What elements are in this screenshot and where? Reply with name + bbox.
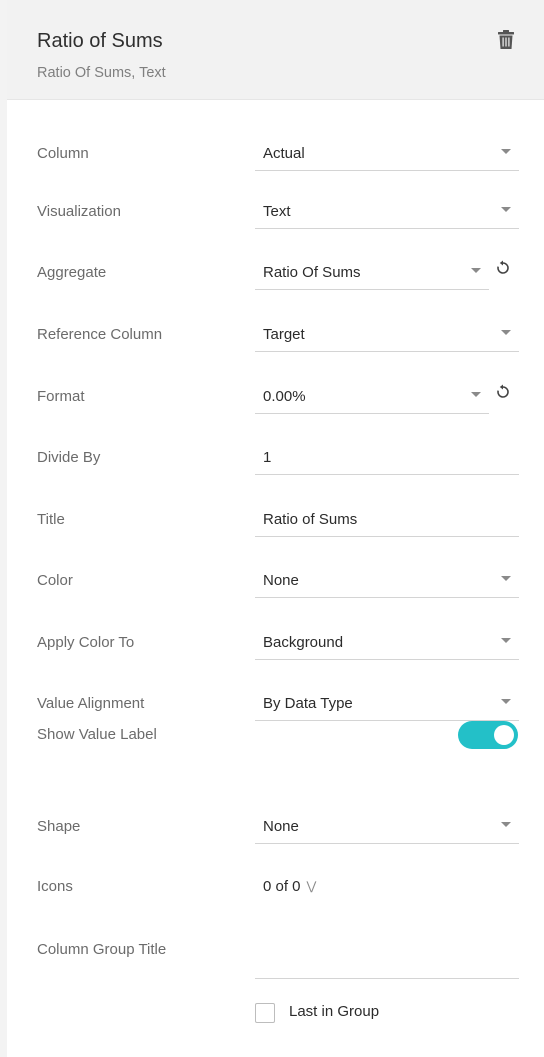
chevron-down-icon — [501, 207, 511, 212]
row-column: Column Actual — [7, 137, 544, 177]
last-in-group-checkbox[interactable] — [255, 1003, 275, 1023]
chevron-down-icon — [501, 638, 511, 643]
reference-column-select[interactable]: Target — [255, 318, 519, 352]
row-reference-column: Reference Column Target — [7, 318, 544, 358]
format-label: Format — [37, 388, 85, 405]
column-label: Column — [37, 145, 89, 162]
column-group-title-label: Column Group Title — [37, 941, 167, 958]
row-title: Title Ratio of Sums — [7, 503, 544, 543]
chevron-down-icon — [501, 576, 511, 581]
show-value-label-label: Show Value Label — [37, 726, 157, 743]
icons-selector[interactable]: 0 of 0 ⋁ — [263, 878, 316, 895]
visualization-select-value: Text — [263, 203, 291, 220]
value-alignment-select[interactable]: By Data Type — [255, 687, 519, 721]
reference-column-label: Reference Column — [37, 326, 163, 343]
chevron-down-icon — [471, 268, 481, 273]
apply-color-to-select[interactable]: Background — [255, 626, 519, 660]
row-column-group-title: Column Group Title — [7, 933, 544, 979]
chevrons-down-icon[interactable]: ⋁ — [307, 879, 317, 893]
title-input[interactable]: Ratio of Sums — [255, 503, 519, 537]
divide-by-input[interactable]: 1 — [255, 441, 519, 475]
column-select-value: Actual — [263, 145, 305, 162]
value-alignment-select-value: By Data Type — [263, 695, 353, 712]
icons-count: 0 of 0 — [263, 878, 301, 895]
chevron-down-icon — [501, 330, 511, 335]
reference-column-select-value: Target — [263, 326, 305, 343]
row-visualization: Visualization Text — [7, 195, 544, 235]
chevron-down-icon — [501, 699, 511, 704]
row-format: Format 0.00% — [7, 380, 544, 420]
panel-left-border — [0, 0, 7, 1057]
row-aggregate: Aggregate Ratio Of Sums — [7, 256, 544, 296]
color-label: Color — [37, 572, 73, 589]
column-settings-panel: Ratio of Sums Ratio Of Sums, Text Column… — [0, 0, 544, 1057]
row-divide-by: Divide By 1 — [7, 441, 544, 481]
shape-label: Shape — [37, 818, 81, 835]
aggregate-select[interactable]: Ratio Of Sums — [255, 256, 489, 290]
divide-by-label: Divide By — [37, 449, 101, 466]
row-icons: Icons 0 of 0 ⋁ — [7, 870, 544, 910]
value-alignment-label: Value Alignment — [37, 695, 145, 712]
last-in-group-label: Last in Group — [289, 1003, 380, 1020]
row-color: Color None — [7, 564, 544, 604]
reset-icon[interactable] — [495, 384, 511, 400]
show-value-label-toggle[interactable] — [458, 721, 518, 749]
aggregate-label: Aggregate — [37, 264, 107, 281]
color-select[interactable]: None — [255, 564, 519, 598]
row-shape: Shape None — [7, 810, 544, 850]
visualization-label: Visualization — [37, 203, 121, 220]
row-show-value-label: Show Value Label — [7, 718, 544, 758]
title-label: Title — [37, 511, 65, 528]
panel-title: Ratio of Sums — [37, 30, 163, 52]
row-apply-color-to: Apply Color To Background — [7, 626, 544, 666]
shape-select[interactable]: None — [255, 810, 519, 844]
shape-select-value: None — [263, 818, 299, 835]
format-select-value: 0.00% — [263, 388, 306, 405]
column-group-title-input[interactable] — [255, 945, 519, 979]
chevron-down-icon — [501, 822, 511, 827]
chevron-down-icon — [501, 149, 511, 154]
visualization-select[interactable]: Text — [255, 195, 519, 229]
trash-icon[interactable] — [497, 30, 515, 50]
column-select[interactable]: Actual — [255, 137, 519, 171]
panel-subtitle: Ratio Of Sums, Text — [37, 65, 166, 81]
title-value: Ratio of Sums — [263, 511, 358, 528]
aggregate-select-value: Ratio Of Sums — [263, 264, 361, 281]
divide-by-value: 1 — [263, 449, 272, 466]
icons-label: Icons — [37, 878, 73, 895]
apply-color-to-select-value: Background — [263, 634, 344, 651]
toggle-knob — [494, 725, 514, 745]
chevron-down-icon — [471, 392, 481, 397]
apply-color-to-label: Apply Color To — [37, 634, 135, 651]
panel-header: Ratio of Sums Ratio Of Sums, Text — [7, 0, 544, 100]
color-select-value: None — [263, 572, 299, 589]
format-select[interactable]: 0.00% — [255, 380, 489, 414]
reset-icon[interactable] — [495, 260, 511, 276]
